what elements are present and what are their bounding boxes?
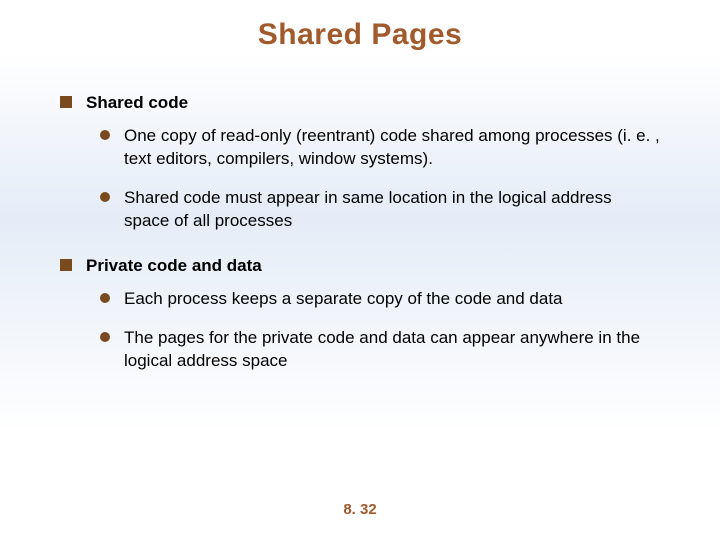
bullet-level1: Private code and data xyxy=(60,255,660,278)
item-text: The pages for the private code and data … xyxy=(124,327,660,373)
bullet-level2: One copy of read-only (reentrant) code s… xyxy=(100,125,660,171)
bullet-level1: Shared code xyxy=(60,92,660,115)
item-text: Each process keeps a separate copy of th… xyxy=(124,288,563,311)
round-bullet-icon xyxy=(100,130,110,140)
item-text: One copy of read-only (reentrant) code s… xyxy=(124,125,660,171)
round-bullet-icon xyxy=(100,192,110,202)
slide-content: Shared code One copy of read-only (reent… xyxy=(0,52,720,372)
slide-title: Shared Pages xyxy=(0,0,720,52)
slide: Shared Pages Shared code One copy of rea… xyxy=(0,0,720,540)
bullet-level2: Each process keeps a separate copy of th… xyxy=(100,288,660,311)
heading-text: Shared code xyxy=(86,92,188,115)
slide-number: 8. 32 xyxy=(0,501,720,518)
item-text: Shared code must appear in same location… xyxy=(124,187,660,233)
bullet-level2: The pages for the private code and data … xyxy=(100,327,660,373)
heading-text: Private code and data xyxy=(86,255,262,278)
sub-list: Each process keeps a separate copy of th… xyxy=(100,288,660,373)
square-bullet-icon xyxy=(60,96,72,108)
round-bullet-icon xyxy=(100,293,110,303)
bullet-level2: Shared code must appear in same location… xyxy=(100,187,660,233)
sub-list: One copy of read-only (reentrant) code s… xyxy=(100,125,660,233)
round-bullet-icon xyxy=(100,332,110,342)
square-bullet-icon xyxy=(60,259,72,271)
